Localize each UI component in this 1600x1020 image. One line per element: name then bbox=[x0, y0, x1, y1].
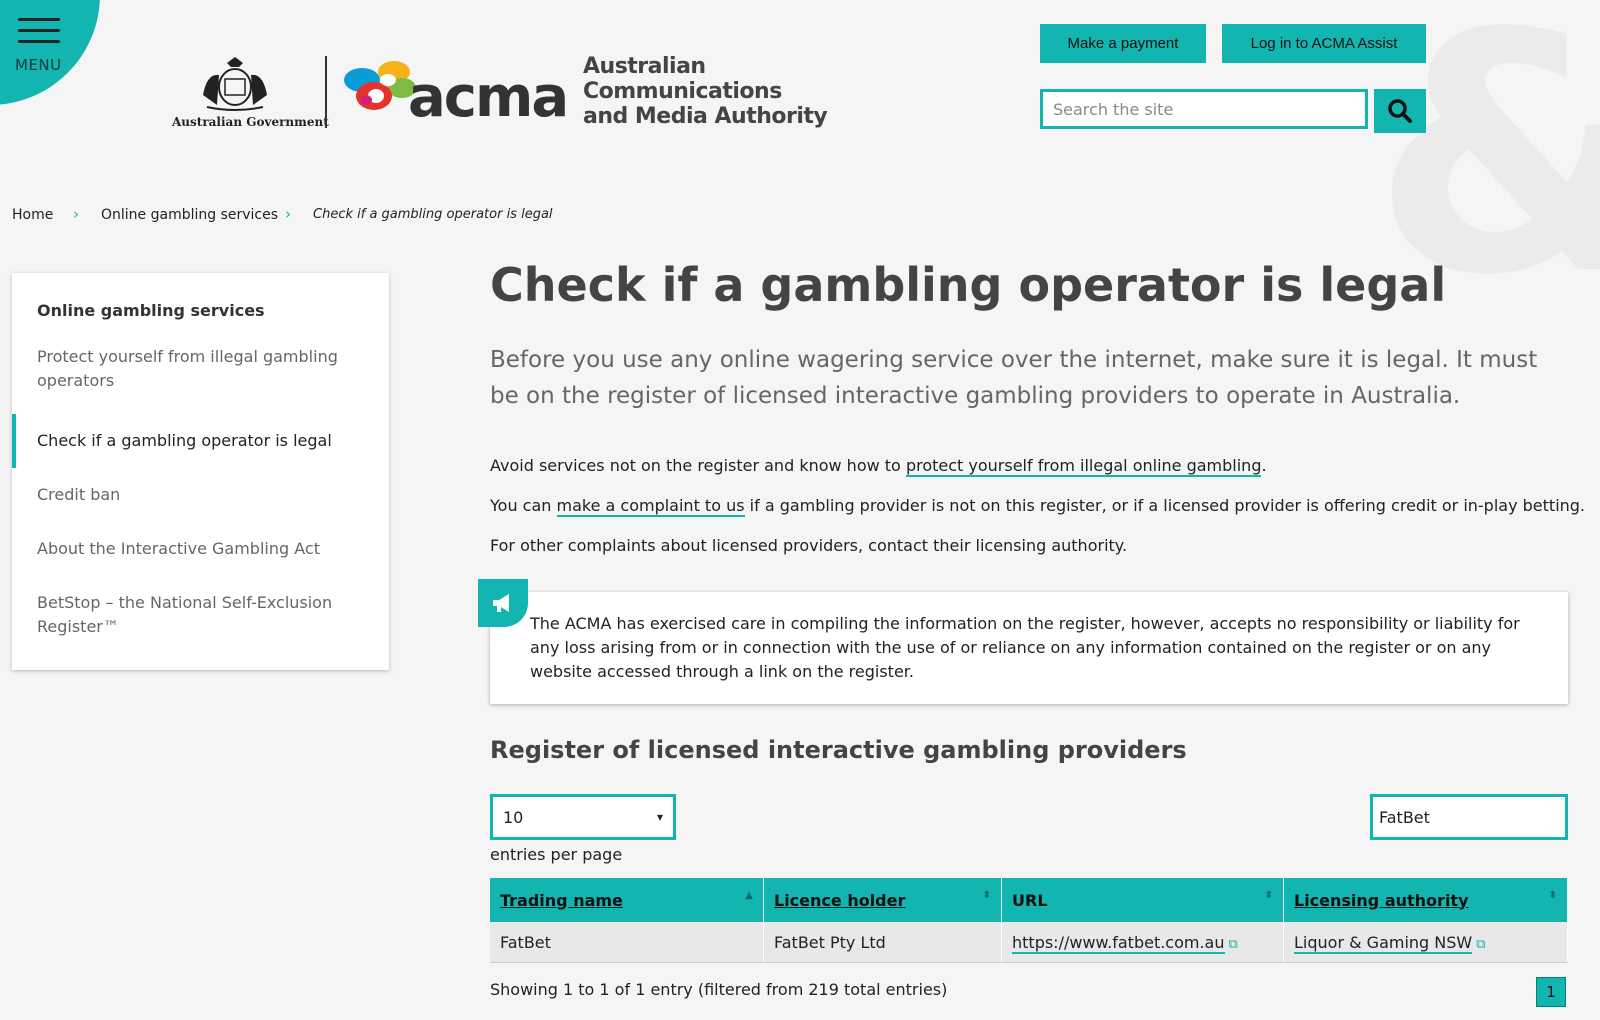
column-header-url[interactable]: URL ⬍ bbox=[1001, 878, 1284, 922]
protect-yourself-link[interactable]: protect yourself from illegal online gam… bbox=[905, 456, 1262, 477]
acma-full-name: Australian Communications and Media Auth… bbox=[583, 54, 828, 129]
australian-government-text: Australian Government bbox=[172, 115, 329, 129]
column-header-licensing-authority[interactable]: Licensing authority ⬍ bbox=[1283, 878, 1568, 922]
sidenav-title[interactable]: Online gambling services bbox=[37, 301, 265, 320]
cell-licensing-authority: Liquor & Gaming NSW ⧉ bbox=[1283, 922, 1568, 963]
operator-url-link[interactable]: https://www.fatbet.com.au bbox=[1012, 932, 1225, 954]
register-filter-input[interactable]: FatBet bbox=[1370, 794, 1568, 840]
menu-icon[interactable] bbox=[18, 18, 60, 51]
make-payment-button[interactable]: Make a payment bbox=[1040, 24, 1206, 63]
sort-icon: ⬍ bbox=[1264, 890, 1273, 901]
acma-full-name-line: and Media Authority bbox=[583, 104, 828, 129]
callout-badge bbox=[478, 579, 528, 627]
paragraph-other-complaints: For other complaints about licensed prov… bbox=[490, 536, 1128, 555]
breadcrumb-home[interactable]: Home bbox=[12, 207, 53, 223]
side-navigation: Online gambling services Protect yoursel… bbox=[12, 273, 389, 670]
search-button[interactable] bbox=[1374, 89, 1426, 133]
sort-icon: ⬍ bbox=[982, 890, 991, 901]
paragraph-text: . bbox=[1261, 456, 1267, 475]
column-header-licence-holder[interactable]: Licence holder ⬍ bbox=[763, 878, 1002, 922]
menu-button[interactable] bbox=[0, 0, 100, 105]
paragraph-text: if a gambling provider is not on this re… bbox=[744, 496, 1586, 515]
cell-url: https://www.fatbet.com.au ⧉ bbox=[1001, 922, 1284, 963]
paragraph-text: You can bbox=[490, 496, 557, 515]
column-header-label: Trading name bbox=[500, 890, 623, 910]
paragraph-text: Avoid services not on the register and k… bbox=[490, 456, 906, 475]
search-icon bbox=[1388, 99, 1412, 123]
logo-divider bbox=[325, 56, 327, 128]
breadcrumb-current: Check if a gambling operator is legal bbox=[313, 207, 553, 222]
page-title: Check if a gambling operator is legal bbox=[490, 258, 1447, 312]
table-header-row: Trading name ▲ Licence holder ⬍ URL ⬍ Li… bbox=[490, 878, 1568, 922]
register-section-title: Register of licensed interactive gamblin… bbox=[490, 736, 1187, 764]
column-header-label: Licensing authority bbox=[1294, 890, 1469, 910]
column-header-label: URL bbox=[1012, 890, 1048, 910]
chevron-down-icon: ▾ bbox=[656, 810, 663, 824]
entries-per-page-select[interactable]: 10 ▾ bbox=[490, 794, 676, 840]
sidenav-item-check-operator[interactable]: Check if a gambling operator is legal bbox=[37, 429, 357, 453]
table-info-text: Showing 1 to 1 of 1 entry (filtered from… bbox=[490, 980, 948, 999]
sidenav-active-indicator bbox=[12, 414, 16, 468]
breadcrumb-online-gambling[interactable]: Online gambling services bbox=[101, 207, 278, 223]
chevron-right-icon: › bbox=[285, 205, 291, 223]
acma-full-name-line: Communications bbox=[583, 79, 782, 104]
external-link-icon: ⧉ bbox=[1228, 936, 1238, 952]
external-link-icon: ⧉ bbox=[1476, 936, 1486, 952]
cell-trading-name: FatBet bbox=[490, 922, 764, 963]
login-acma-assist-button[interactable]: Log in to ACMA Assist bbox=[1222, 24, 1426, 63]
entries-per-page-value: 10 bbox=[503, 807, 524, 827]
megaphone-icon bbox=[493, 594, 509, 612]
coat-of-arms-icon bbox=[203, 57, 267, 111]
paragraph-avoid: Avoid services not on the register and k… bbox=[490, 456, 1267, 477]
paragraph-complaint: You can make a complaint to us if a gamb… bbox=[490, 496, 1586, 517]
table-row: FatBet FatBet Pty Ltd https://www.fatbet… bbox=[490, 922, 1568, 963]
lead-paragraph: Before you use any online wagering servi… bbox=[490, 347, 1538, 409]
chevron-right-icon: › bbox=[73, 205, 79, 223]
cell-licence-holder: FatBet Pty Ltd bbox=[763, 922, 1002, 963]
sidenav-item-protect-yourself[interactable]: Protect yourself from illegal gambling o… bbox=[37, 345, 357, 393]
entries-per-page-label: entries per page bbox=[490, 845, 623, 864]
sort-ascending-icon: ▲ bbox=[745, 890, 753, 901]
acma-full-name-line: Australian bbox=[583, 54, 706, 79]
menu-label[interactable]: MENU bbox=[15, 56, 62, 74]
sidenav-item-interactive-gambling-act[interactable]: About the Interactive Gambling Act bbox=[37, 537, 357, 561]
register-table: Trading name ▲ Licence holder ⬍ URL ⬍ Li… bbox=[490, 878, 1568, 963]
disclaimer-text: The ACMA has exercised care in compiling… bbox=[530, 614, 1520, 681]
make-complaint-link[interactable]: make a complaint to us bbox=[556, 496, 745, 517]
sidenav-item-betstop[interactable]: BetStop – the National Self-Exclusion Re… bbox=[37, 591, 357, 639]
pagination-page-1[interactable]: 1 bbox=[1536, 977, 1566, 1007]
column-header-trading-name[interactable]: Trading name ▲ bbox=[490, 878, 764, 922]
column-header-label: Licence holder bbox=[774, 890, 906, 910]
licensing-authority-link[interactable]: Liquor & Gaming NSW bbox=[1294, 932, 1473, 954]
site-search-input[interactable]: Search the site bbox=[1040, 89, 1368, 129]
sort-icon: ⬍ bbox=[1548, 890, 1557, 901]
sidenav-item-credit-ban[interactable]: Credit ban bbox=[37, 483, 357, 507]
acma-wordmark[interactable]: acma bbox=[408, 70, 569, 126]
